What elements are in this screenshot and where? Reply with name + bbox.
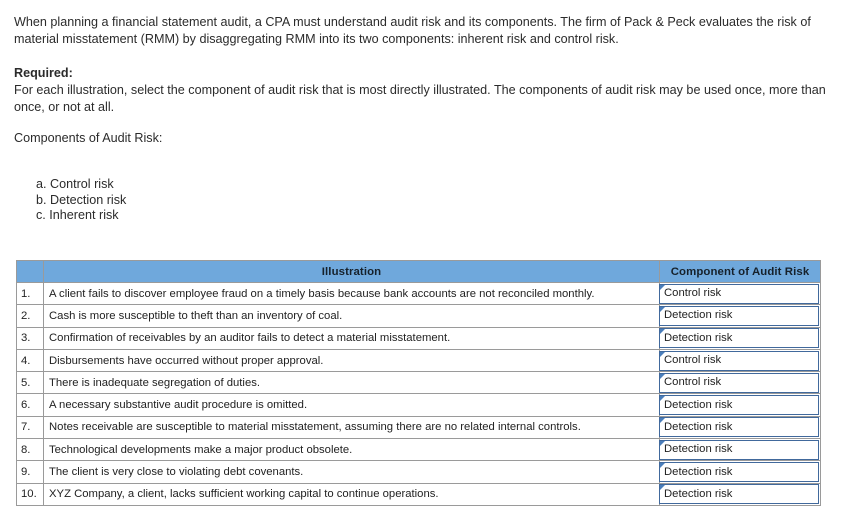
row-answer-cell[interactable]: Control risk <box>659 281 821 306</box>
row-number: 10. <box>16 482 44 506</box>
row-number: 4. <box>16 348 44 373</box>
table-row: 4. Disbursements have occurred without p… <box>16 348 821 373</box>
component-option-a: a. Control risk <box>36 177 114 191</box>
row-answer-cell[interactable]: Detection risk <box>659 393 821 417</box>
answer-value: Detection risk <box>664 309 733 322</box>
column-header-number <box>16 260 44 283</box>
row-number: 8. <box>16 438 44 462</box>
answer-dropdown[interactable]: Control risk <box>659 350 819 371</box>
answer-dropdown[interactable]: Control risk <box>659 372 819 393</box>
required-instructions: For each illustration, select the compon… <box>14 83 826 114</box>
answer-value: Control risk <box>664 287 722 300</box>
row-number: 6. <box>16 393 44 417</box>
table-body: 1. A client fails to discover employee f… <box>16 281 821 506</box>
row-number: 9. <box>16 460 44 484</box>
table-row: 6. A necessary substantive audit procedu… <box>16 393 821 417</box>
table-row: 3. Confirmation of receivables by an aud… <box>16 326 821 350</box>
question-page: When planning a financial statement audi… <box>0 0 851 514</box>
answer-value: Detection risk <box>664 487 733 500</box>
table-row: 9. The client is very close to violating… <box>16 460 821 484</box>
row-answer-cell[interactable]: Detection risk <box>659 326 821 350</box>
row-illustration: Cash is more susceptible to theft than a… <box>43 304 660 328</box>
table-row: 1. A client fails to discover employee f… <box>16 281 821 306</box>
table-header: Illustration Component of Audit Risk <box>16 260 821 283</box>
intro-paragraph: When planning a financial statement audi… <box>14 15 811 46</box>
row-number: 7. <box>16 415 44 440</box>
answer-dropdown[interactable]: Detection risk <box>659 395 819 416</box>
table-row: 7. Notes receivable are susceptible to m… <box>16 415 821 440</box>
answer-value: Detection risk <box>664 420 733 433</box>
required-label: Required: <box>14 66 73 80</box>
audit-risk-table: Illustration Component of Audit Risk 1. … <box>16 260 821 506</box>
table-row: 5. There is inadequate segregation of du… <box>16 371 821 395</box>
components-option-list: a. Control risk b. Detection risk c. Inh… <box>36 177 126 224</box>
row-illustration: Notes receivable are susceptible to mate… <box>43 415 660 440</box>
table-row: 10. XYZ Company, a client, lacks suffici… <box>16 482 821 506</box>
row-illustration: Disbursements have occurred without prop… <box>43 348 660 373</box>
component-option-c: c. Inherent risk <box>36 208 119 223</box>
row-illustration: Technological developments make a major … <box>43 438 660 462</box>
component-option-b: b. Detection risk <box>36 192 127 207</box>
row-answer-cell[interactable]: Control risk <box>659 348 821 373</box>
table-row: 8. Technological developments make a maj… <box>16 438 821 462</box>
answer-value: Control risk <box>664 354 722 367</box>
row-illustration: The client is very close to violating de… <box>43 460 660 484</box>
answer-dropdown[interactable]: Detection risk <box>659 462 819 483</box>
table-row: 2. Cash is more susceptible to theft tha… <box>16 304 821 328</box>
row-answer-cell[interactable]: Detection risk <box>659 460 821 484</box>
row-number: 3. <box>16 326 44 350</box>
row-answer-cell[interactable]: Detection risk <box>659 304 821 328</box>
answer-dropdown[interactable]: Detection risk <box>659 439 819 460</box>
answer-dropdown[interactable]: Detection risk <box>659 305 819 326</box>
answer-value: Detection risk <box>664 465 733 478</box>
row-number: 5. <box>16 371 44 395</box>
column-header-illustration: Illustration <box>43 260 660 283</box>
row-illustration: A necessary substantive audit procedure … <box>43 393 660 417</box>
row-illustration: XYZ Company, a client, lacks sufficient … <box>43 482 660 506</box>
row-illustration: A client fails to discover employee frau… <box>43 281 660 306</box>
row-number: 2. <box>16 304 44 328</box>
table-header-row: Illustration Component of Audit Risk <box>16 260 821 283</box>
column-header-component: Component of Audit Risk <box>659 260 821 283</box>
answer-value: Detection risk <box>664 331 733 344</box>
row-number: 1. <box>16 281 44 306</box>
required-block: Required: For each illustration, select … <box>14 65 838 116</box>
answer-dropdown[interactable]: Detection risk <box>659 328 819 349</box>
row-illustration: Confirmation of receivables by an audito… <box>43 326 660 350</box>
answer-dropdown[interactable]: Control risk <box>659 283 819 304</box>
answer-value: Detection risk <box>664 443 733 456</box>
answer-value: Control risk <box>664 376 722 389</box>
row-answer-cell[interactable]: Control risk <box>659 371 821 395</box>
row-answer-cell[interactable]: Detection risk <box>659 438 821 462</box>
row-answer-cell[interactable]: Detection risk <box>659 415 821 440</box>
answer-dropdown[interactable]: Detection risk <box>659 484 819 505</box>
row-illustration: There is inadequate segregation of dutie… <box>43 371 660 395</box>
components-heading: Components of Audit Risk: <box>14 131 163 145</box>
answer-dropdown[interactable]: Detection risk <box>659 417 819 438</box>
answer-value: Detection risk <box>664 398 733 411</box>
row-answer-cell[interactable]: Detection risk <box>659 482 821 506</box>
